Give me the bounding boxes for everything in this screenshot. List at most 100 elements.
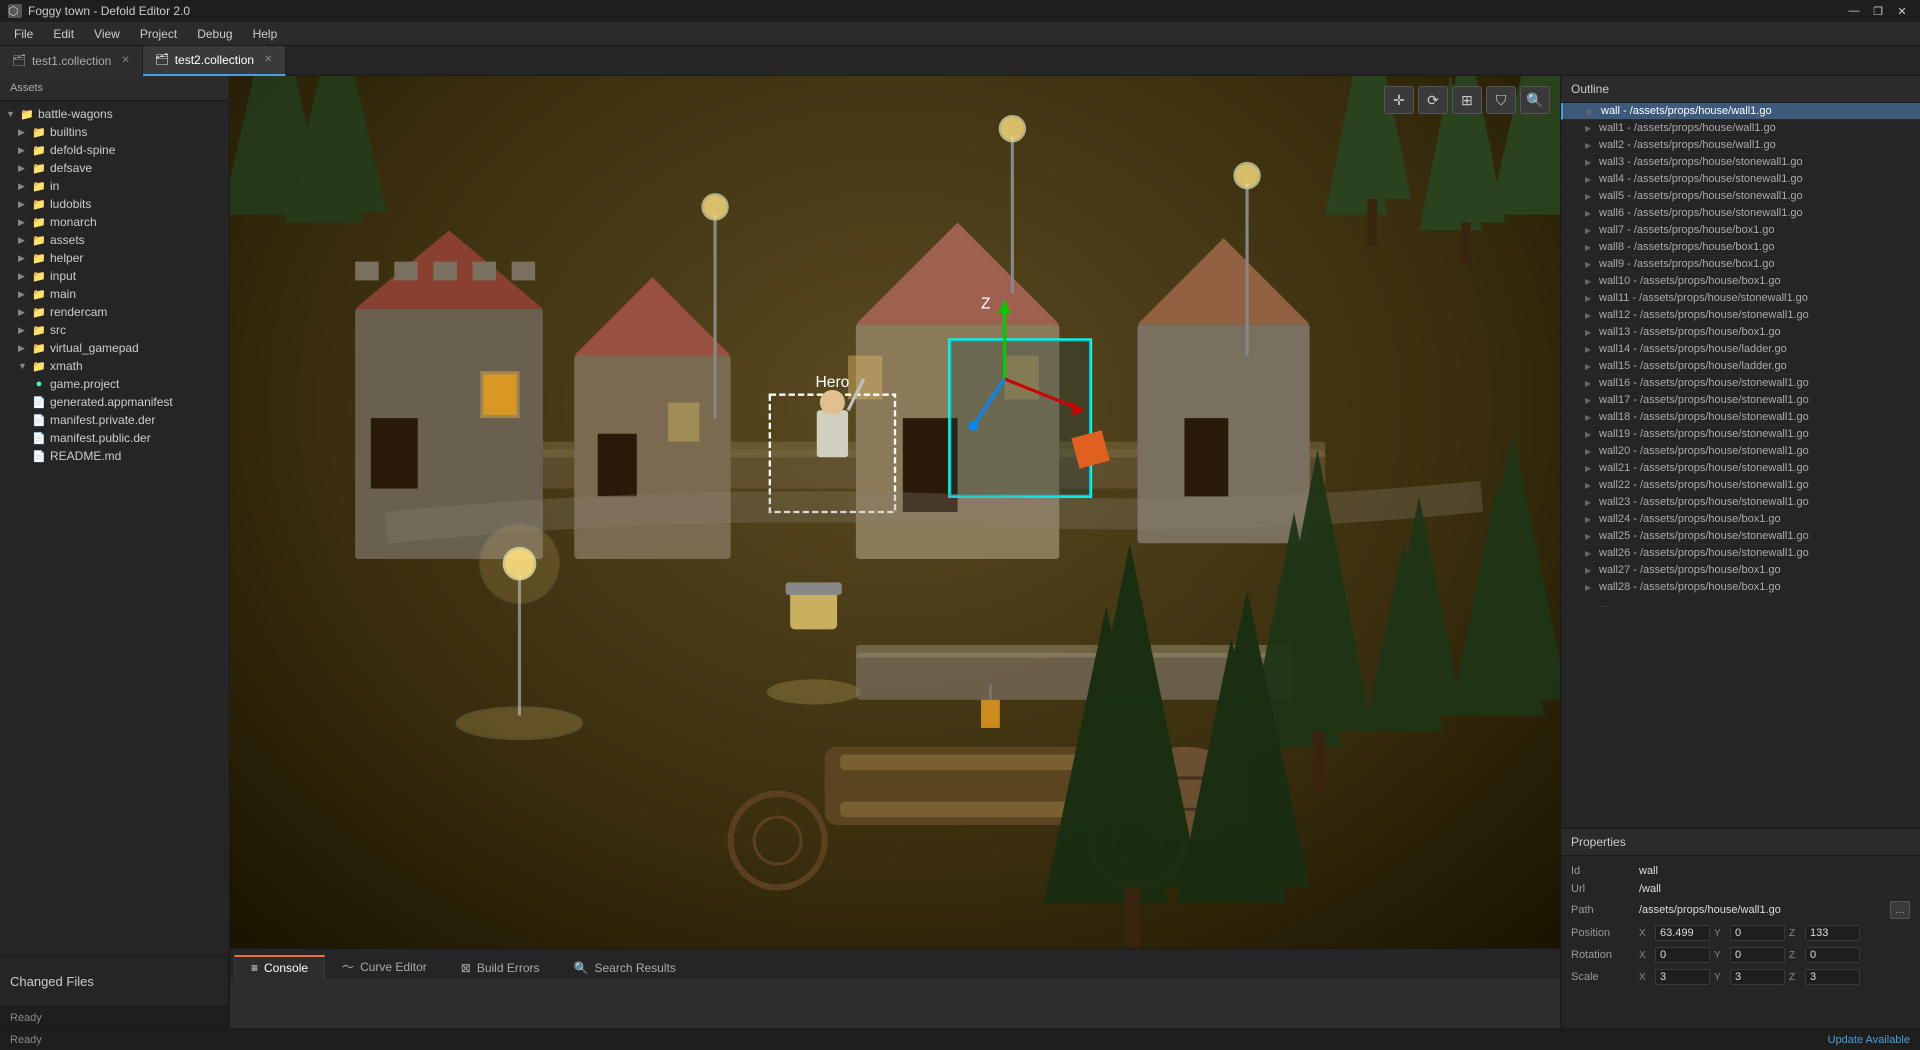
- tree-item-battle-wagons[interactable]: ▼ 📁 battle-wagons: [0, 105, 229, 123]
- menu-edit[interactable]: Edit: [43, 25, 84, 43]
- outline-item-wall5[interactable]: ▶ wall5 - /assets/props/house/stonewall1…: [1561, 188, 1920, 205]
- outline-item-more[interactable]: ...: [1561, 596, 1920, 613]
- outline-item-wall15[interactable]: ▶ wall15 - /assets/props/house/ladder.go: [1561, 358, 1920, 375]
- outline-item-wall26[interactable]: ▶ wall26 - /assets/props/house/stonewall…: [1561, 545, 1920, 562]
- tab-curve-editor[interactable]: 〜 Curve Editor: [325, 953, 444, 979]
- outline-item-wall1[interactable]: ▶ wall1 - /assets/props/house/wall1.go: [1561, 120, 1920, 137]
- tab-close-2[interactable]: ✕: [264, 54, 272, 65]
- outline-item-wall10[interactable]: ▶ wall10 - /assets/props/house/box1.go: [1561, 273, 1920, 290]
- menu-project[interactable]: Project: [130, 25, 187, 43]
- outline-item-wall16[interactable]: ▶ wall16 - /assets/props/house/stonewall…: [1561, 375, 1920, 392]
- outline-item-wall13[interactable]: ▶ wall13 - /assets/props/house/box1.go: [1561, 324, 1920, 341]
- position-y-value[interactable]: 0: [1730, 925, 1785, 941]
- scale-tool-button[interactable]: ⊞: [1452, 86, 1482, 114]
- position-x-value[interactable]: 63.499: [1655, 925, 1710, 941]
- tree-item-virtual-gamepad[interactable]: ▶ 📁 virtual_gamepad: [0, 339, 229, 357]
- window-controls[interactable]: — ❐ ✕: [1844, 2, 1912, 20]
- rotate-tool-button[interactable]: ⟳: [1418, 86, 1448, 114]
- tree-item-xmath[interactable]: ▼ 📁 xmath: [0, 357, 229, 375]
- outline-item-wall11[interactable]: ▶ wall11 - /assets/props/house/stonewall…: [1561, 290, 1920, 307]
- zoom-button[interactable]: 🔍: [1520, 86, 1550, 114]
- properties-header: Properties: [1561, 829, 1920, 856]
- outline-item-wall22[interactable]: ▶ wall22 - /assets/props/house/stonewall…: [1561, 477, 1920, 494]
- tree-item-game-project[interactable]: ● game.project: [0, 375, 229, 393]
- y-axis-label: Y: [1714, 928, 1726, 939]
- scale-y-value[interactable]: 3: [1730, 969, 1785, 985]
- outline-item-wall28[interactable]: ▶ wall28 - /assets/props/house/box1.go: [1561, 579, 1920, 596]
- menu-help[interactable]: Help: [243, 25, 288, 43]
- menu-debug[interactable]: Debug: [187, 25, 242, 43]
- tree-item-in[interactable]: ▶ 📁 in: [0, 177, 229, 195]
- tree-item-main[interactable]: ▶ 📁 main: [0, 285, 229, 303]
- outline-item-wall3[interactable]: ▶ wall3 - /assets/props/house/stonewall1…: [1561, 154, 1920, 171]
- asset-tree[interactable]: ▼ 📁 battle-wagons ▶ 📁 builtins ▶ 📁 defol…: [0, 101, 229, 956]
- tree-item-monarch[interactable]: ▶ 📁 monarch: [0, 213, 229, 231]
- tree-item-defsave[interactable]: ▶ 📁 defsave: [0, 159, 229, 177]
- rotation-z-value[interactable]: 0: [1805, 947, 1860, 963]
- maximize-button[interactable]: ❐: [1868, 2, 1888, 20]
- tree-item-helper[interactable]: ▶ 📁 helper: [0, 249, 229, 267]
- outline-item-wall7[interactable]: ▶ wall7 - /assets/props/house/box1.go: [1561, 222, 1920, 239]
- expand-arrow: ▶: [1585, 430, 1595, 439]
- world-space-button[interactable]: ⛉: [1486, 86, 1516, 114]
- scale-x-value[interactable]: 3: [1655, 969, 1710, 985]
- outline-item-wall23[interactable]: ▶ wall23 - /assets/props/house/stonewall…: [1561, 494, 1920, 511]
- tab-search-results[interactable]: 🔍 Search Results: [557, 956, 693, 979]
- tree-item-ludobits[interactable]: ▶ 📁 ludobits: [0, 195, 229, 213]
- tree-item-manifest-private[interactable]: 📄 manifest.private.der: [0, 411, 229, 429]
- outline-item-wall9[interactable]: ▶ wall9 - /assets/props/house/box1.go: [1561, 256, 1920, 273]
- outline-item-wall[interactable]: ▶ wall - /assets/props/house/wall1.go: [1561, 103, 1920, 120]
- rotation-y-value[interactable]: 0: [1730, 947, 1785, 963]
- tree-item-rendercam[interactable]: ▶ 📁 rendercam: [0, 303, 229, 321]
- tab-console[interactable]: ≡ Console: [234, 955, 325, 979]
- tree-item-input[interactable]: ▶ 📁 input: [0, 267, 229, 285]
- tree-item-manifest-public[interactable]: 📄 manifest.public.der: [0, 429, 229, 447]
- tree-item-readme[interactable]: 📄 README.md: [0, 447, 229, 465]
- prop-rotation-label: Rotation: [1571, 949, 1631, 961]
- menu-view[interactable]: View: [84, 25, 130, 43]
- rotation-x-value[interactable]: 0: [1655, 947, 1710, 963]
- outline-item-wall4[interactable]: ▶ wall4 - /assets/props/house/stonewall1…: [1561, 171, 1920, 188]
- close-button[interactable]: ✕: [1892, 2, 1912, 20]
- tree-item-src[interactable]: ▶ 📁 src: [0, 321, 229, 339]
- outline-item-wall17[interactable]: ▶ wall17 - /assets/props/house/stonewall…: [1561, 392, 1920, 409]
- tab-test2-collection[interactable]: 🗂 test2.collection ✕: [143, 46, 286, 76]
- path-edit-button[interactable]: …: [1890, 901, 1910, 919]
- scale-z-value[interactable]: 3: [1805, 969, 1860, 985]
- z-axis-label: Z: [1789, 928, 1801, 939]
- outline-label: wall21 - /assets/props/house/stonewall1.…: [1599, 462, 1912, 474]
- tree-item-generated-appmanifest[interactable]: 📄 generated.appmanifest: [0, 393, 229, 411]
- menu-file[interactable]: File: [4, 25, 43, 43]
- app-title: ⬡ Foggy town - Defold Editor 2.0: [8, 4, 190, 18]
- outline-item-wall18[interactable]: ▶ wall18 - /assets/props/house/stonewall…: [1561, 409, 1920, 426]
- minimize-button[interactable]: —: [1844, 2, 1864, 20]
- outline-item-wall20[interactable]: ▶ wall20 - /assets/props/house/stonewall…: [1561, 443, 1920, 460]
- tab-test1-collection[interactable]: 🗂 test1.collection ✕: [0, 46, 143, 76]
- outline-item-wall12[interactable]: ▶ wall12 - /assets/props/house/stonewall…: [1561, 307, 1920, 324]
- position-z-value[interactable]: 133: [1805, 925, 1860, 941]
- tab-build-errors[interactable]: ⊠ Build Errors: [444, 956, 557, 979]
- outline-item-wall8[interactable]: ▶ wall8 - /assets/props/house/box1.go: [1561, 239, 1920, 256]
- outline-item-wall21[interactable]: ▶ wall21 - /assets/props/house/stonewall…: [1561, 460, 1920, 477]
- folder-icon: 📁: [20, 108, 34, 121]
- viewport[interactable]: Hero: [230, 76, 1560, 948]
- outline-item-wall2[interactable]: ▶ wall2 - /assets/props/house/wall1.go: [1561, 137, 1920, 154]
- outline-label: wall18 - /assets/props/house/stonewall1.…: [1599, 411, 1912, 423]
- expand-arrow: ▶: [1585, 498, 1595, 507]
- outline-item-wall27[interactable]: ▶ wall27 - /assets/props/house/box1.go: [1561, 562, 1920, 579]
- outline-list[interactable]: ▶ wall - /assets/props/house/wall1.go ▶ …: [1561, 103, 1920, 828]
- outline-item-wall25[interactable]: ▶ wall25 - /assets/props/house/stonewall…: [1561, 528, 1920, 545]
- tree-item-builtins[interactable]: ▶ 📁 builtins: [0, 123, 229, 141]
- expand-arrow: ▶: [1585, 277, 1595, 286]
- tree-item-assets[interactable]: ▶ 📁 assets: [0, 231, 229, 249]
- outline-item-wall6[interactable]: ▶ wall6 - /assets/props/house/stonewall1…: [1561, 205, 1920, 222]
- outline-item-wall14[interactable]: ▶ wall14 - /assets/props/house/ladder.go: [1561, 341, 1920, 358]
- outline-item-wall19[interactable]: ▶ wall19 - /assets/props/house/stonewall…: [1561, 426, 1920, 443]
- update-available-link[interactable]: Update Available: [1828, 1034, 1910, 1046]
- outline-item-wall24[interactable]: ▶ wall24 - /assets/props/house/box1.go: [1561, 511, 1920, 528]
- tab-close-1[interactable]: ✕: [121, 55, 129, 66]
- arrow-icon: ▶: [18, 235, 28, 246]
- tree-item-defold-spine[interactable]: ▶ 📁 defold-spine: [0, 141, 229, 159]
- move-tool-button[interactable]: ✛: [1384, 86, 1414, 114]
- tree-label: builtins: [50, 125, 223, 139]
